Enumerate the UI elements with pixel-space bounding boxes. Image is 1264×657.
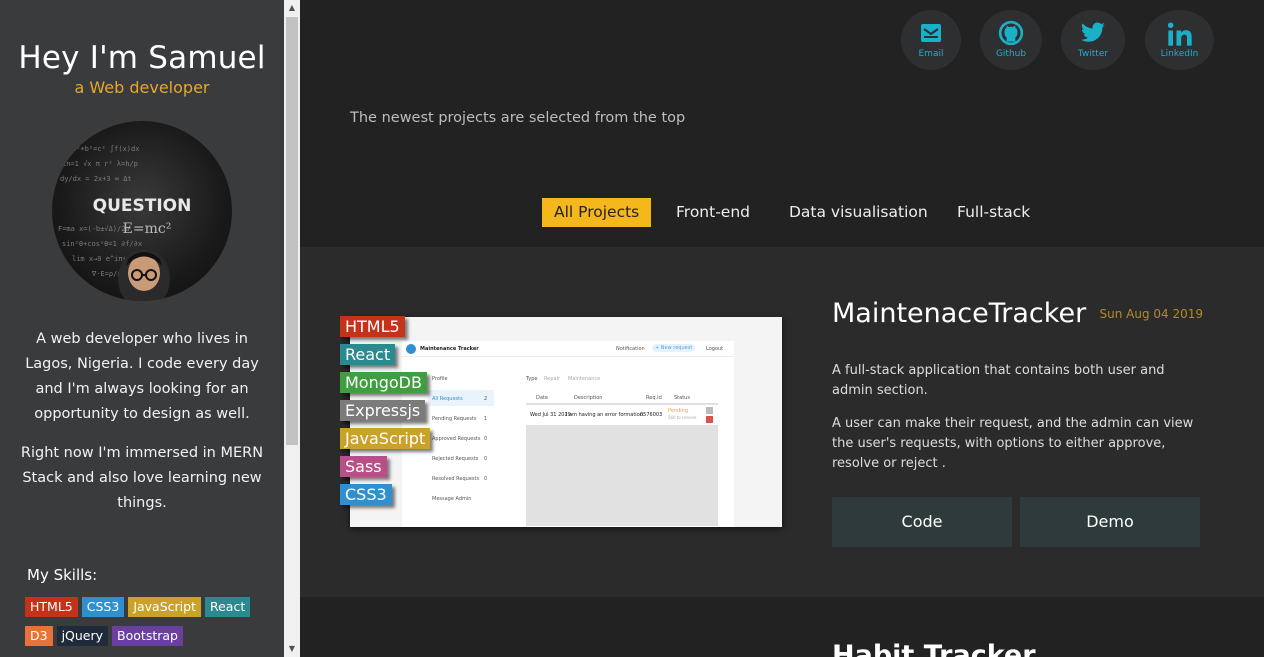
- skill-chip: React: [204, 597, 251, 617]
- avatar: a²+b²=c² ∫f(x)dx Σn=1 √x π r² λ=h/p dy/d…: [52, 121, 232, 301]
- mock-row-status: Pending: [668, 408, 688, 414]
- mock-type-label: Type: [526, 376, 538, 382]
- mock-row-date: Wed Jul 31 2019: [530, 412, 571, 418]
- project-description: A full-stack application that contains b…: [832, 361, 1202, 474]
- filter-full-stack[interactable]: Full-stack: [945, 198, 1042, 227]
- tech-tag: JavaScript: [340, 428, 431, 449]
- tech-tag: CSS3: [340, 484, 392, 505]
- mock-menu-count: 1: [484, 416, 488, 422]
- social-twitter[interactable]: Twitter: [1061, 10, 1125, 70]
- skill-chip: HTML5: [25, 597, 78, 617]
- bio: A web developer who lives in Lagos, Nige…: [0, 327, 284, 516]
- tech-tag: MongoDB: [340, 372, 427, 393]
- skill-chip: jQuery: [56, 626, 109, 646]
- social-links: Email Github Twitter LinkedIn: [901, 10, 1214, 70]
- project-card: Maintenance Tracker Notification + New r…: [300, 247, 1264, 597]
- mock-row-status-sub: Still to resolve: [668, 415, 697, 420]
- svg-text:sin²θ+cos²θ=1 ∂f/∂x: sin²θ+cos²θ=1 ∂f/∂x: [62, 240, 142, 248]
- tech-tags: HTML5 React MongoDB Expressjs JavaScript Sass…: [340, 316, 431, 512]
- demo-button[interactable]: Demo: [1020, 497, 1200, 547]
- mock-column: Date: [536, 395, 548, 401]
- github-icon: [998, 20, 1024, 46]
- social-label: Twitter: [1077, 49, 1109, 59]
- bio-paragraph: A web developer who lives in Lagos, Nige…: [25, 331, 259, 422]
- avatar-text: QUESTION: [93, 196, 192, 216]
- mock-logout: Logout: [706, 346, 724, 352]
- social-email[interactable]: Email: [901, 10, 961, 70]
- skill-chip: Bootstrap: [112, 626, 183, 646]
- social-github[interactable]: Github: [980, 10, 1042, 70]
- linkedin-icon: [1167, 22, 1192, 46]
- mock-row-description: I am having an error formation.: [566, 412, 645, 418]
- filter-front-end[interactable]: Front-end: [664, 198, 762, 227]
- mock-menu-item: Resolved Requests: [432, 476, 480, 482]
- mock-menu-item: Pending Requests: [432, 416, 477, 422]
- mock-menu-count: 2: [484, 396, 488, 402]
- mock-menu-count: 0: [484, 436, 488, 442]
- project-date: Sun Aug 04 2019: [1099, 307, 1203, 321]
- svg-text:Σn=1 √x π r² λ=h/p: Σn=1 √x π r² λ=h/p: [62, 160, 138, 168]
- twitter-icon: [1081, 22, 1105, 42]
- mock-menu-item: All Requests: [432, 396, 463, 402]
- filter-all-projects[interactable]: All Projects: [542, 198, 652, 227]
- skills-list: HTML5 CSS3 JavaScript React D3 jQuery Bootstra…: [0, 584, 270, 654]
- skill-chip: CSS3: [81, 597, 125, 617]
- profile-name: Hey I'm Samuel: [18, 40, 266, 76]
- mock-column: Status: [674, 395, 690, 401]
- svg-text:F=ma x=(-b±√Δ)/2a: F=ma x=(-b±√Δ)/2a: [58, 225, 130, 233]
- mock-menu-item: Message Admin: [432, 496, 472, 502]
- social-label: Email: [918, 49, 944, 59]
- svg-text:dy/dx = 2x+3 ∞ Δt: dy/dx = 2x+3 ∞ Δt: [60, 175, 132, 183]
- tech-tag: Sass: [340, 456, 387, 477]
- mock-column: Description: [574, 395, 603, 401]
- svg-text:E=mc²: E=mc²: [123, 221, 172, 237]
- tagline: The newest projects are selected from th…: [350, 110, 686, 126]
- scroll-up-arrow[interactable]: ▲: [284, 0, 300, 16]
- filter-data-visualisation[interactable]: Data visualisation: [777, 198, 940, 227]
- tech-tag: React: [340, 344, 396, 365]
- description-paragraph: A full-stack application that contains b…: [832, 363, 1165, 398]
- mock-menu-count: 0: [484, 476, 488, 482]
- next-project-title: Habit Tracker: [832, 640, 1036, 657]
- social-linkedin[interactable]: LinkedIn: [1145, 10, 1214, 70]
- social-label: LinkedIn: [1160, 49, 1199, 59]
- svg-text:a²+b²=c² ∫f(x)dx: a²+b²=c² ∫f(x)dx: [72, 144, 139, 153]
- mock-menu-item: Approved Requests: [432, 436, 481, 442]
- scroll-thumb[interactable]: [286, 17, 298, 445]
- mock-column: Req.Id: [646, 395, 662, 401]
- mock-menu-count: 0: [484, 456, 488, 462]
- mock-notification: Notification: [616, 346, 645, 352]
- mock-type-option: Maintenance: [568, 376, 601, 382]
- mock-profile: Profile: [432, 376, 448, 382]
- mock-type-option: Repair: [544, 376, 561, 382]
- email-icon: [921, 24, 941, 42]
- skill-chip: JavaScript: [128, 597, 201, 617]
- social-label: Github: [995, 49, 1027, 59]
- profile-role: a Web developer: [74, 78, 210, 97]
- tech-tag: HTML5: [340, 316, 405, 337]
- description-paragraph: A user can make their request, and the a…: [832, 416, 1194, 471]
- main-content: Email Github Twitter LinkedIn The newest…: [300, 0, 1264, 657]
- code-button[interactable]: Code: [832, 497, 1012, 547]
- sidebar-scrollbar[interactable]: ▲ ▼: [284, 0, 300, 657]
- mock-menu-item: Rejected Requests: [432, 456, 479, 462]
- project-title: MaintenaceTracker: [832, 298, 1087, 329]
- tech-tag: Expressjs: [340, 400, 426, 421]
- skill-chip: D3: [25, 626, 53, 646]
- mock-new-request: + New request: [652, 344, 696, 352]
- scroll-down-arrow[interactable]: ▼: [284, 641, 300, 657]
- mock-app: Maintenance Tracker Notification + New r…: [402, 341, 734, 527]
- sidebar: Hey I'm Samuel a Web developer a²+b²=c² …: [0, 0, 284, 657]
- bio-paragraph: Right now I'm immersed in MERN Stack and…: [20, 445, 264, 511]
- mock-row-id: 0576003: [640, 412, 663, 418]
- skills-title: My Skills:: [27, 566, 98, 584]
